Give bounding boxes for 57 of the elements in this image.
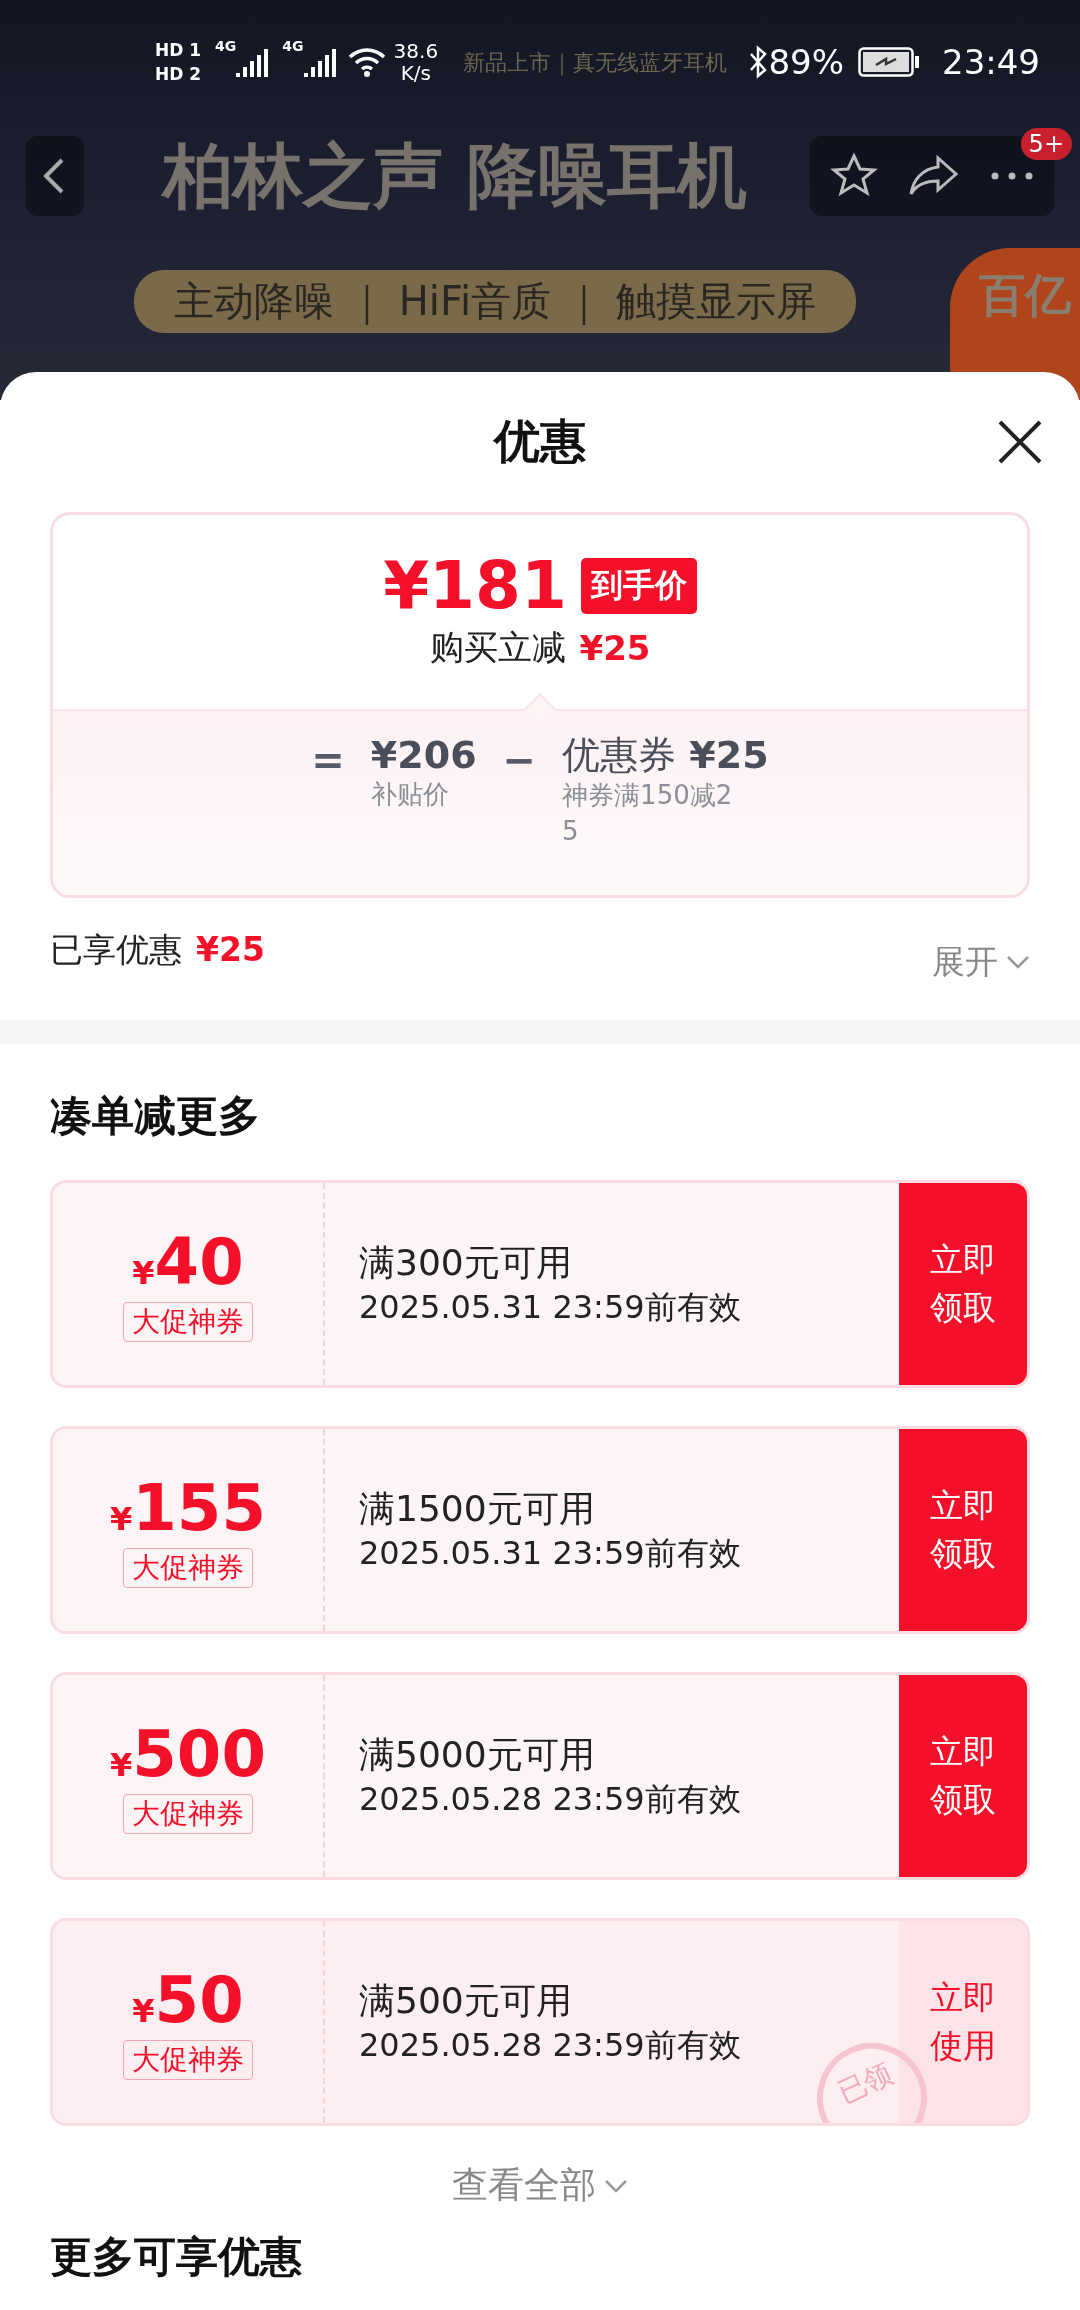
network-label: 4G (282, 38, 304, 54)
coupon-note: 神券满150减25 (562, 779, 734, 848)
coupon-tag: 大促神券 (123, 1302, 253, 1342)
coupon-validity: 2025.05.31 23:59前有效 (359, 1287, 742, 1328)
more-icon[interactable] (990, 171, 1034, 181)
saving-amount: ¥25 (579, 628, 651, 668)
sim-label: HD 1 (155, 40, 202, 60)
coupon-validity: 2025.05.28 23:59前有效 (359, 1779, 742, 1820)
coupon-value: ¥155 (110, 1472, 266, 1544)
view-all-button[interactable]: 查看全部 (446, 2160, 634, 2211)
coupon-validity: 2025.05.28 23:59前有效 (359, 2025, 742, 2066)
battery-icon (858, 47, 920, 77)
chevron-down-icon (1006, 955, 1030, 969)
coupon-value: ¥50 (132, 1964, 244, 2036)
back-button[interactable] (26, 136, 84, 216)
chevron-down-icon (604, 2178, 628, 2193)
equals-sign: = (311, 737, 345, 785)
bluetooth-icon (748, 45, 769, 79)
enjoyed-amount: ¥25 (196, 929, 265, 969)
coupon-value: ¥40 (132, 1226, 244, 1298)
banner-tagline: 新品上市｜真无线蓝牙耳机 (463, 49, 727, 78)
coupon-condition: 满300元可用 (359, 1241, 573, 1285)
price-tag: 到手价 (580, 558, 697, 614)
coupon-amount: 优惠券 ¥25 (562, 733, 769, 777)
coupon-condition: 满1500元可用 (359, 1487, 596, 1531)
coupon-tag: 大促神券 (123, 1548, 253, 1588)
expand-button[interactable]: 展开 (932, 939, 1030, 985)
battery-percent: 89% (768, 42, 844, 82)
wifi-icon (347, 47, 386, 77)
coupon-condition: 满500元可用 (359, 1979, 573, 2023)
badge-text: 百亿 (979, 268, 1071, 322)
sim-label: HD 2 (155, 64, 202, 84)
minus-sign: − (502, 737, 537, 785)
enjoyed-label: 已享优惠 (50, 929, 182, 969)
coupon-value: ¥500 (110, 1718, 266, 1790)
coupon-tag: 大促神券 (123, 1794, 253, 1834)
section-title: 更多可享优惠 (50, 2231, 303, 2283)
speed-unit: K/s (400, 62, 431, 84)
network-label: 4G (215, 38, 237, 54)
coupon-validity: 2025.05.31 23:59前有效 (359, 1533, 742, 1574)
sheet-title: 优惠 (494, 413, 586, 470)
final-price: ¥181 (383, 551, 567, 621)
section-title: 凑单减更多 (50, 1090, 261, 1142)
use-button[interactable]: 立即使用 (899, 1921, 1027, 2123)
saving-label: 购买立减 (429, 626, 566, 669)
notification-badge: 5+ (1020, 128, 1072, 160)
base-price: ¥206 (370, 733, 477, 777)
coupon-tag: 大促神券 (123, 2040, 253, 2080)
claim-button[interactable]: 立即领取 (899, 1183, 1027, 1385)
banner-features: 主动降噪 ｜ HiFi音质 ｜ 触摸显示屏 (134, 270, 856, 333)
claim-button[interactable]: 立即领取 (899, 1429, 1027, 1631)
banner-headline: 柏林之声 降噪耳机 (162, 134, 748, 219)
coupon-condition: 满5000元可用 (359, 1733, 596, 1777)
clock-time: 23:49 (942, 42, 1040, 82)
speed-value: 38.6 (393, 40, 439, 62)
base-price-label: 补贴价 (370, 778, 450, 811)
claim-button[interactable]: 立即领取 (899, 1675, 1027, 1877)
